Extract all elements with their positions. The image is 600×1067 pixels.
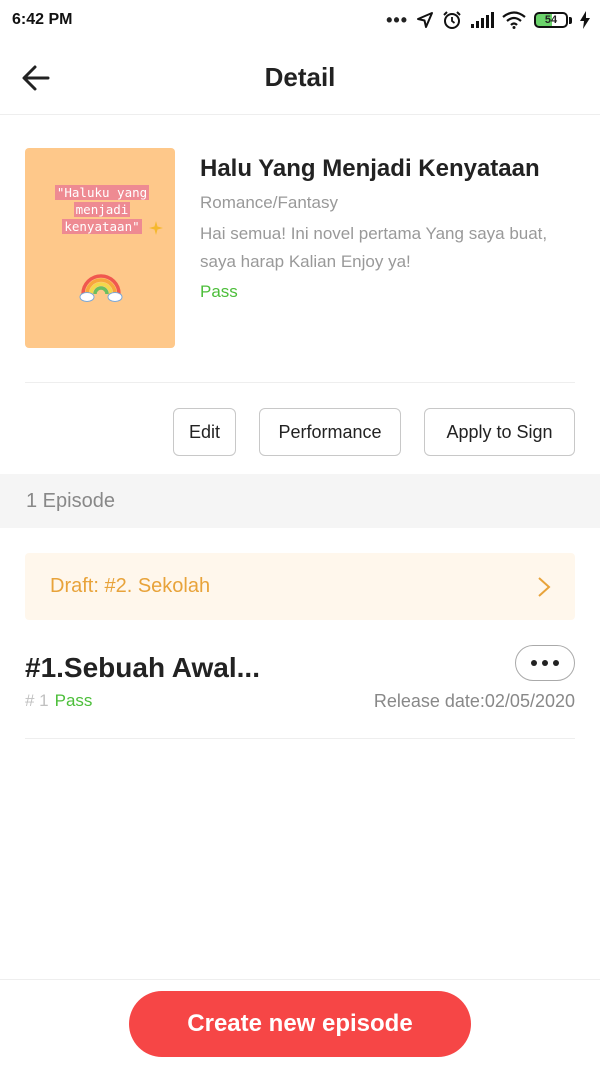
performance-button[interactable]: Performance <box>259 408 401 456</box>
edit-button[interactable]: Edit <box>173 408 236 456</box>
battery-icon: 54 <box>534 12 572 28</box>
book-description: Hai semua! Ini novel pertama Yang saya b… <box>200 224 548 271</box>
more-options-button[interactable] <box>515 645 575 681</box>
status-icons: ••• 54 <box>386 10 590 30</box>
draft-item[interactable]: Draft: #2. Sekolah <box>25 553 575 620</box>
signal-icon <box>471 12 494 28</box>
book-genre: Romance/Fantasy <box>200 193 338 212</box>
episode-release-date: Release date:02/05/2020 <box>373 691 575 711</box>
charging-icon <box>580 11 590 29</box>
wifi-icon <box>502 11 526 29</box>
episode-title: #1.Sebuah Awal... <box>25 652 260 683</box>
episode-count: 1 Episode <box>0 474 600 528</box>
alarm-icon <box>443 11 461 29</box>
page-title: Detail <box>264 62 336 92</box>
status-time: 6:42 PM <box>12 11 73 28</box>
episode-meta: # 1 Pass <box>25 691 92 711</box>
episode-status: Pass <box>54 691 93 710</box>
rainbow-icon <box>79 274 123 302</box>
top-bar: Detail <box>0 40 600 115</box>
book-cover[interactable]: "Haluku yang menjadi kenyataan" <box>25 148 175 348</box>
status-bar: 6:42 PM ••• 54 <box>0 0 600 40</box>
book-status: Pass <box>200 282 238 301</box>
book-title: Halu Yang Menjadi Kenyataan <box>200 155 540 182</box>
cover-title: "Haluku yang menjadi kenyataan" <box>54 185 150 234</box>
draft-label: Draft: #2. Sekolah <box>50 575 211 597</box>
bottom-bar: Create new episode <box>0 979 600 1067</box>
book-info: Halu Yang Menjadi Kenyataan Romance/Fant… <box>200 148 575 303</box>
more-dots-icon <box>531 660 559 666</box>
more-dots-icon: ••• <box>386 10 408 30</box>
battery-level: 54 <box>534 12 568 28</box>
sparkle-icon <box>149 221 163 235</box>
action-buttons: Edit Performance Apply to Sign <box>0 408 600 456</box>
chevron-right-icon <box>538 576 551 597</box>
episode-number: # 1 <box>25 691 49 710</box>
location-arrow-icon <box>417 12 433 28</box>
list-item[interactable]: #1.Sebuah Awal... # 1 Pass Release date:0… <box>25 640 575 739</box>
book-summary: "Haluku yang menjadi kenyataan" Halu Yan… <box>25 148 575 383</box>
create-episode-button[interactable]: Create new episode <box>129 991 471 1057</box>
apply-to-sign-button[interactable]: Apply to Sign <box>424 408 575 456</box>
